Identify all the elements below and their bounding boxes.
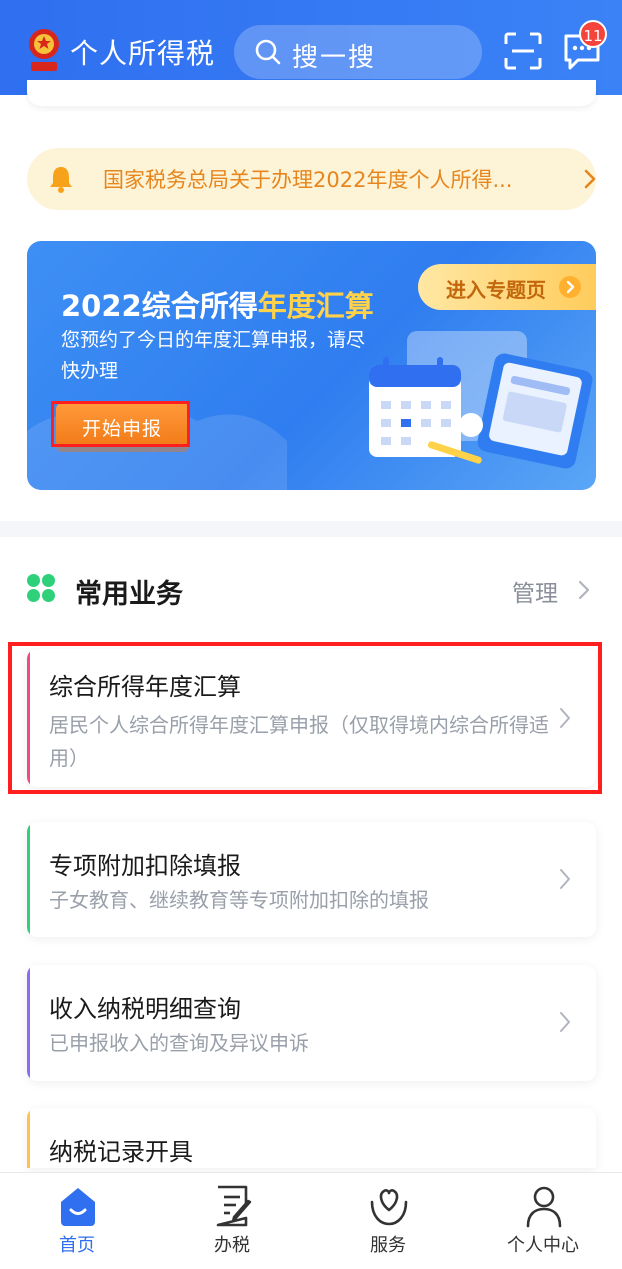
calendar-document-illustration — [369, 331, 593, 469]
service-title: 专项附加扣除填报 — [49, 852, 241, 880]
banner-subtitle: 您预约了今日的年度汇算申报，请尽快办理 — [61, 329, 366, 382]
enter-topic-label: 进入专题页 — [446, 278, 546, 302]
common-services-title: 常用业务 — [75, 579, 183, 610]
enter-topic-button[interactable]: 进入专题页 — [418, 264, 596, 310]
notice-bar[interactable]: 国家税务总局关于办理2022年度个人所得... — [27, 148, 596, 210]
chevron-right-icon — [584, 169, 596, 189]
start-button-highlight — [51, 401, 190, 447]
document-edit-icon — [216, 1185, 252, 1227]
heart-hands-icon — [370, 1189, 408, 1226]
banner-title: 2022综合所得年度汇算 — [61, 289, 374, 323]
chevron-right-icon[interactable] — [578, 580, 590, 600]
chevron-right-icon — [560, 869, 570, 889]
tab-home-label: 首页 — [59, 1235, 95, 1256]
scan-icon[interactable] — [504, 32, 542, 70]
tab-tax-label: 办税 — [214, 1235, 250, 1256]
tab-profile[interactable]: 个人中心 — [483, 1173, 603, 1269]
tab-service-label: 服务 — [370, 1235, 406, 1256]
service-card-tax-record[interactable]: 纳税记录开具 — [27, 1108, 596, 1168]
card-accent — [27, 822, 30, 937]
home-icon — [61, 1188, 95, 1226]
card-accent — [27, 965, 30, 1081]
search-placeholder: 搜一搜 — [292, 43, 377, 73]
tab-service[interactable]: 服务 — [328, 1173, 448, 1269]
annual-settlement-banner[interactable]: 2022综合所得年度汇算 您预约了今日的年度汇算申报，请尽快办理 进入专题页 开… — [27, 241, 596, 490]
section-divider — [0, 521, 622, 537]
tax-emblem-icon — [29, 29, 59, 71]
search-bar[interactable]: 搜一搜 — [234, 25, 482, 79]
service-desc: 已申报收入的查询及异议申诉 — [49, 1031, 309, 1055]
service-card-income-query[interactable]: 收入纳税明细查询 已申报收入的查询及异议申诉 — [27, 965, 596, 1081]
arrow-circle-icon — [559, 276, 581, 298]
bottom-tab-bar: 首页 办税 服务 个人中心 — [0, 1172, 622, 1269]
bell-icon — [50, 167, 72, 193]
card-accent — [27, 1108, 30, 1168]
service-card-special-deduction[interactable]: 专项附加扣除填报 子女教育、继续教育等专项附加扣除的填报 — [27, 822, 596, 937]
grid-dots-icon — [27, 574, 55, 602]
tab-profile-label: 个人中心 — [507, 1235, 579, 1256]
message-badge: 11 — [579, 20, 607, 48]
tab-tax[interactable]: 办税 — [172, 1173, 292, 1269]
person-icon — [526, 1186, 562, 1228]
app-title: 个人所得税 — [70, 37, 216, 70]
search-icon — [255, 39, 281, 65]
service-desc: 子女教育、继续教育等专项附加扣除的填报 — [49, 888, 429, 912]
tab-home[interactable]: 首页 — [17, 1173, 137, 1269]
annual-settlement-highlight — [8, 642, 602, 794]
service-title: 纳税记录开具 — [49, 1138, 193, 1166]
notice-text: 国家税务总局关于办理2022年度个人所得... — [103, 168, 513, 192]
manage-link[interactable]: 管理 — [512, 574, 558, 608]
chevron-right-icon — [560, 1012, 570, 1032]
service-title: 收入纳税明细查询 — [49, 995, 241, 1023]
top-card-edge — [27, 80, 596, 106]
